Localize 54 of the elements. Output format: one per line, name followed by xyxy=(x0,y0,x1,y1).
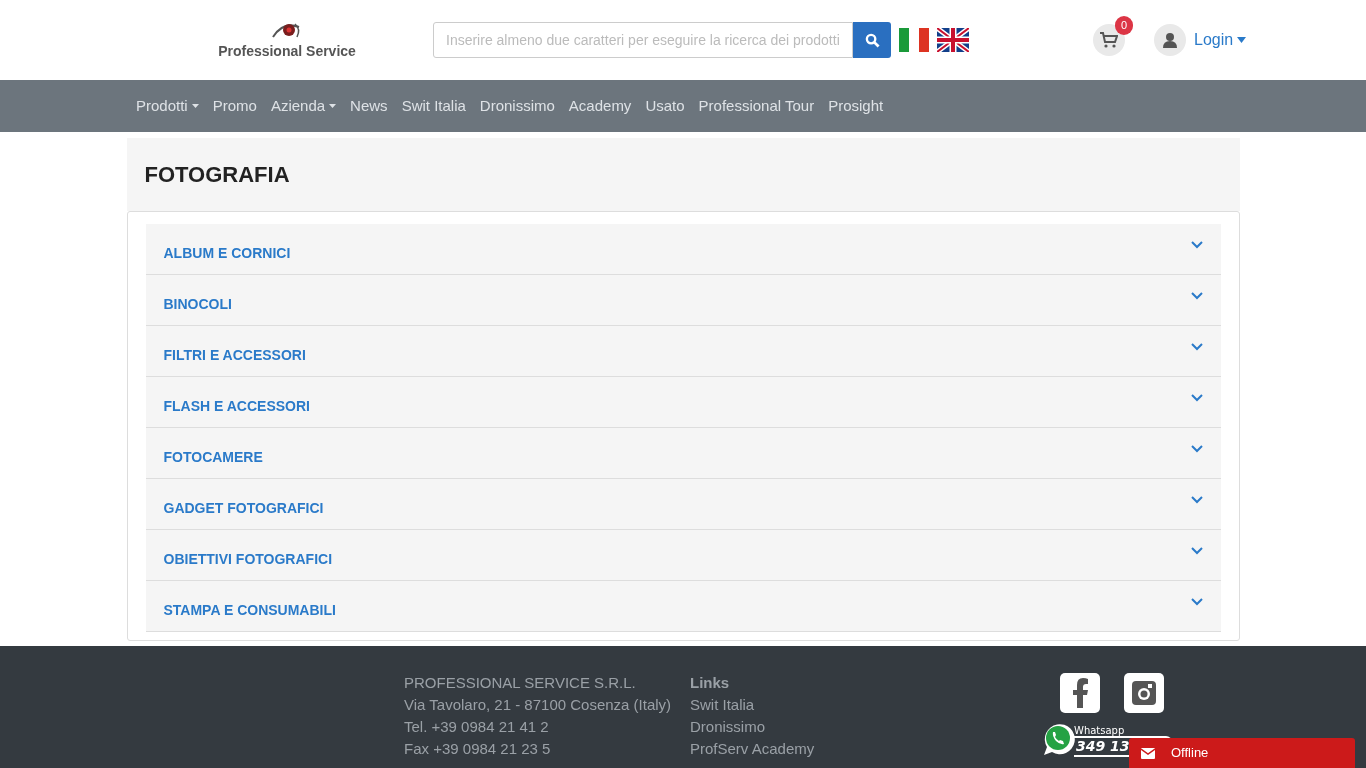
nav-link[interactable]: Academy xyxy=(561,94,639,118)
company-info-text: Via Tavolaro, 21 - 87100 Cosenza (Italy) xyxy=(404,695,673,715)
chevron-icon xyxy=(1190,292,1203,300)
chevron-icon xyxy=(1190,496,1203,504)
footer-link[interactable]: ProfServ Academy xyxy=(690,738,990,760)
nav-link[interactable]: Prosight xyxy=(821,94,891,118)
chevron-icon xyxy=(1190,547,1203,555)
nav-link[interactable]: Usato xyxy=(638,94,692,118)
instagram-icon[interactable] xyxy=(1124,673,1164,713)
search-icon xyxy=(864,32,880,48)
chevron-icon xyxy=(1190,445,1203,453)
search-button[interactable] xyxy=(853,22,891,58)
company-info-text: PROFESSIONAL SERVICE S.R.L. xyxy=(404,673,637,693)
company-info-text: Tel. +39 0984 21 41 2 xyxy=(404,717,550,737)
caret-icon xyxy=(1237,37,1247,43)
company-info-text: Fax +39 0984 21 23 5 xyxy=(404,739,552,759)
chat-tab[interactable]: Offline xyxy=(1129,738,1355,768)
nav-link[interactable]: Dronissimo xyxy=(472,94,562,118)
accordion-item[interactable]: GADGET FOTOGRAFICI xyxy=(145,479,1221,530)
accordion-item[interactable]: FOTOCAMERE xyxy=(145,428,1221,479)
accordion-item[interactable]: ALBUM E CORNICI xyxy=(145,224,1221,275)
logo-text[interactable]: Professional Service xyxy=(218,40,356,62)
envelope-icon xyxy=(1141,747,1155,759)
chevron-icon xyxy=(1190,598,1203,606)
login-link[interactable]: Login xyxy=(1194,28,1247,52)
chat-status-text: Offline xyxy=(1171,744,1209,763)
accordion-item[interactable]: FLASH E ACCESSORI xyxy=(145,377,1221,428)
accordion-item[interactable]: STAMPA E CONSUMABILI xyxy=(145,581,1221,632)
accordion-item[interactable]: BINOCOLI xyxy=(145,275,1221,326)
nav-link[interactable]: Promo xyxy=(205,94,264,118)
uk-flag-icon[interactable] xyxy=(937,28,969,52)
caret-icon xyxy=(329,104,337,108)
chevron-icon xyxy=(1190,343,1203,351)
caret-icon xyxy=(191,104,199,108)
nav-link[interactable]: Azienda xyxy=(263,94,344,118)
accordion-item[interactable]: FILTRI E ACCESSORI xyxy=(145,326,1221,377)
nav-link[interactable]: Prodotti xyxy=(129,94,206,118)
category-title: FOTOGRAFIA xyxy=(126,138,1240,211)
nav-link[interactable]: Professional Tour xyxy=(691,94,822,118)
chevron-icon xyxy=(1190,241,1203,249)
links-heading: Links xyxy=(690,673,731,693)
facebook-icon[interactable] xyxy=(1060,673,1100,713)
cart-icon xyxy=(1100,32,1118,48)
nav-link[interactable]: News xyxy=(343,94,395,118)
nav-link[interactable]: Swit Italia xyxy=(394,94,473,118)
cart-count-badge: 0 xyxy=(1114,16,1133,35)
whatsapp-label: Whatsapp xyxy=(1074,726,1126,737)
search-field[interactable]: Inserire almeno due caratteri per eseguire la ricerca dei prodotti xyxy=(433,22,854,58)
chevron-icon xyxy=(1190,394,1203,402)
accordion-item[interactable]: OBIETTIVI FOTOGRAFICI xyxy=(145,530,1221,581)
footer-link[interactable]: Swit Italia xyxy=(690,694,990,716)
italian-flag-icon[interactable] xyxy=(899,28,929,52)
user-avatar-icon xyxy=(1154,24,1186,56)
footer-link[interactable]: Dronissimo xyxy=(690,716,990,738)
